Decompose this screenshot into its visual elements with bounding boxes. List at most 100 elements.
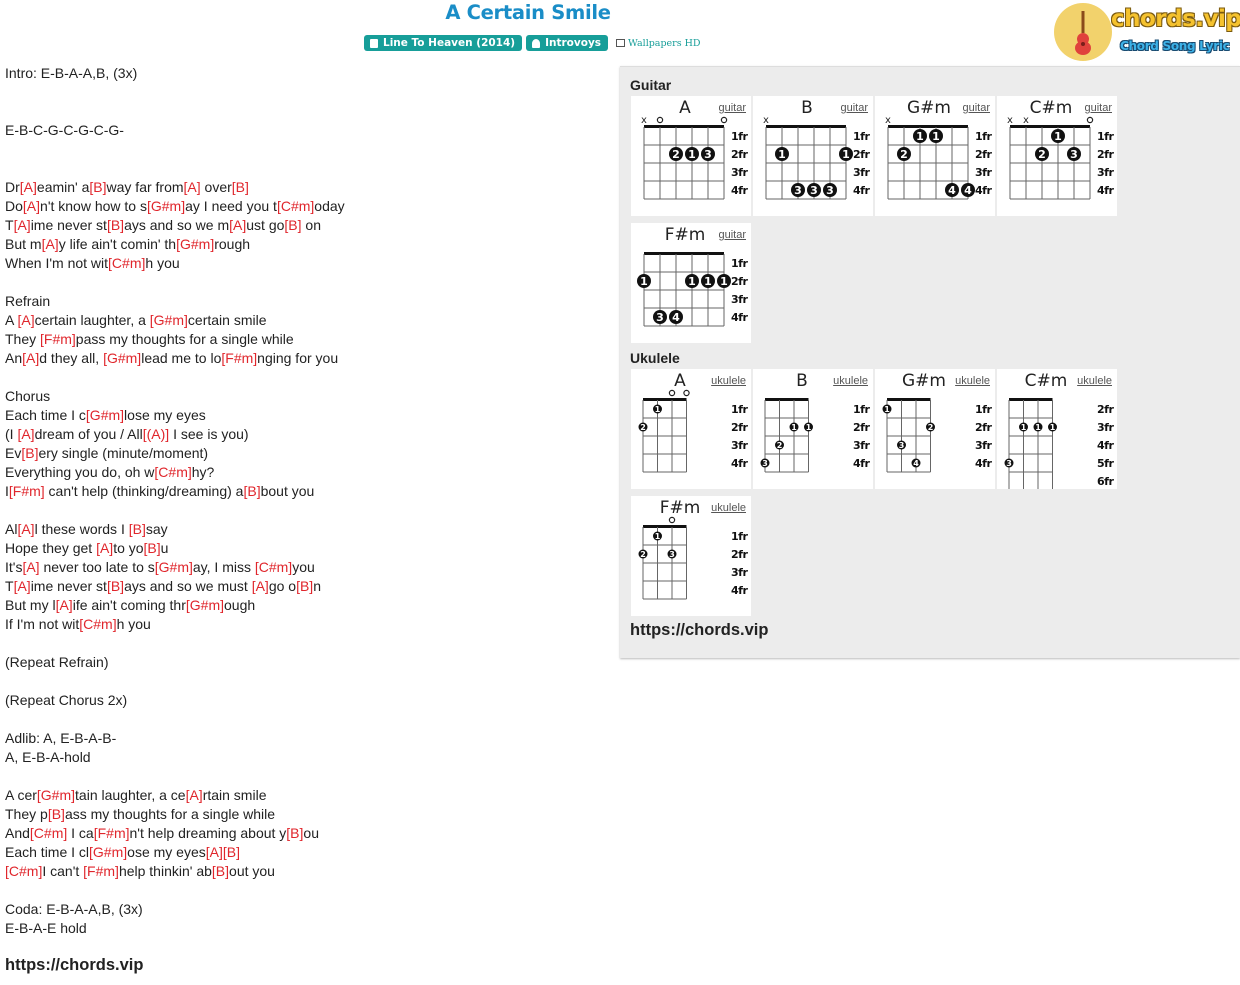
lyric-line: [C#m]I can't [F#m]help thinkin' ab[B]out… xyxy=(5,862,605,881)
chord-marker[interactable]: [B] xyxy=(21,445,38,461)
ukulele-chord-card-b[interactable]: 1fr 2fr 3fr 4fr 1 1 2 3 Bukulele xyxy=(753,369,873,489)
chord-marker[interactable]: [G#m] xyxy=(186,597,224,613)
chord-marker[interactable]: [A] xyxy=(14,217,31,233)
chord-instrument-link[interactable]: guitar xyxy=(1084,102,1112,114)
chord-marker[interactable]: [B] xyxy=(144,540,161,556)
chord-marker[interactable]: [B] xyxy=(286,825,303,841)
chord-marker[interactable]: [C#m] xyxy=(255,559,292,575)
lyric-line: Hope they get [A]to yo[B]u xyxy=(5,539,605,558)
chord-marker[interactable]: [B] xyxy=(296,578,313,594)
chord-marker[interactable]: [A] xyxy=(22,559,39,575)
chord-marker[interactable]: [A] xyxy=(96,540,113,556)
artist-badge[interactable]: Introvoys xyxy=(526,35,609,51)
ukulele-chord-card-a[interactable]: 1fr 2fr 3fr 4fr 1 2 Aukulele xyxy=(631,369,751,489)
chord-marker[interactable]: [F#m] xyxy=(94,825,130,841)
chord-marker[interactable]: [G#m] xyxy=(176,236,214,252)
finger-number: 1 xyxy=(791,423,797,432)
chord-instrument-link[interactable]: guitar xyxy=(718,229,746,241)
chord-marker[interactable]: [A] xyxy=(184,179,201,195)
chord-instrument-link[interactable]: ukulele xyxy=(955,375,990,387)
chord-marker[interactable]: [A] xyxy=(17,312,34,328)
chord-marker[interactable]: [C#m] xyxy=(108,255,145,271)
chord-instrument-link[interactable]: ukulele xyxy=(711,502,746,514)
chord-instrument-link[interactable]: ukulele xyxy=(1077,375,1112,387)
chord-instrument-link[interactable]: guitar xyxy=(718,102,746,114)
guitar-chord-card-gsharpm[interactable]: x 1fr 2fr 3fr 4fr 1 1 2 4 4 G#m guitar xyxy=(875,96,995,216)
guitar-chord-card-a[interactable]: x 1fr 2fr 3fr 4fr 2 1 3 Aguitar xyxy=(631,96,751,216)
chord-instrument-link[interactable]: guitar xyxy=(840,102,868,114)
chord-marker[interactable]: [A] xyxy=(20,179,37,195)
ukulele-chord-card-gsharpm[interactable]: 1fr 2fr 3fr 4fr 1 2 3 4 G#m ukulele xyxy=(875,369,995,489)
chord-marker[interactable]: [A] xyxy=(17,426,34,442)
guitar-chord-card-csharpm[interactable]: x x 1fr 2fr 3fr 4fr 1 2 3 C#m guitar xyxy=(997,96,1117,216)
chord-instrument-link[interactable]: ukulele xyxy=(711,375,746,387)
chord-marker[interactable]: [A] xyxy=(229,217,246,233)
chord-instrument-link[interactable]: ukulele xyxy=(833,375,868,387)
site-logo[interactable]: chords.vip Chord Song Lyric xyxy=(1054,3,1240,61)
chord-marker[interactable]: [B] xyxy=(48,806,65,822)
book-icon xyxy=(370,38,378,48)
lyric-text: Each time I c xyxy=(5,407,86,423)
finger-number: 2 xyxy=(672,148,680,161)
chord-marker[interactable]: [C#m] xyxy=(154,464,191,480)
chord-marker[interactable]: [A] xyxy=(252,578,269,594)
chord-marker[interactable]: [C#m] xyxy=(79,616,116,632)
guitar-chord-card-b[interactable]: x 1fr 2fr 3fr 4fr 1 1 3 3 3 Bguitar xyxy=(753,96,873,216)
lyric-text: help thinkin' ab xyxy=(118,863,212,879)
wallpapers-link[interactable]: Wallpapers HD xyxy=(616,38,701,49)
chord-marker[interactable]: [C#m] xyxy=(277,198,314,214)
fret-number-label: 4fr xyxy=(731,311,748,324)
chord-marker[interactable]: [G#m] xyxy=(147,198,185,214)
open-string-marker xyxy=(668,389,676,397)
ukulele-chord-card-fsharpm[interactable]: 1fr 2fr 3fr 4fr 1 2 3 F#m ukulele xyxy=(631,496,751,616)
finger-number: 3 xyxy=(794,184,802,197)
chord-marker[interactable]: [B] xyxy=(212,863,229,879)
album-badge[interactable]: Line To Heaven (2014) xyxy=(364,35,523,51)
chord-marker[interactable]: [A] xyxy=(206,844,223,860)
chord-marker[interactable]: [A] xyxy=(22,350,39,366)
chord-marker[interactable]: [B] xyxy=(107,217,124,233)
lyric-text: u xyxy=(160,540,169,556)
chord-marker[interactable]: [B] xyxy=(107,578,124,594)
chord-marker[interactable]: [A] xyxy=(186,787,203,803)
lyric-text: (Repeat Refrain) xyxy=(5,654,109,670)
chord-marker[interactable]: [F#m] xyxy=(221,350,257,366)
chord-marker[interactable]: [A] xyxy=(56,597,73,613)
panel-footer-link[interactable]: https://chords.vip xyxy=(630,621,768,640)
chord-marker[interactable]: [G#m] xyxy=(103,350,141,366)
fretboard-nut xyxy=(644,252,724,255)
chord-marker[interactable]: [C#m] xyxy=(30,825,67,841)
chord-marker[interactable]: [B] xyxy=(129,521,146,537)
chord-marker[interactable]: [G#m] xyxy=(86,407,124,423)
guitar-chord-card-fsharpm[interactable]: 1fr 2fr 3fr 4fr 1 1 1 1 3 4 F#m guitar xyxy=(631,223,751,343)
chord-marker[interactable]: [A] xyxy=(17,521,34,537)
chord-marker[interactable]: [B] xyxy=(223,844,240,860)
finger-number: 3 xyxy=(810,184,818,197)
chord-marker[interactable]: [F#m] xyxy=(83,863,119,879)
chord-marker[interactable]: [C#m] xyxy=(5,863,42,879)
chord-instrument-link[interactable]: guitar xyxy=(962,102,990,114)
chord-marker[interactable]: [A] xyxy=(14,578,31,594)
chord-marker[interactable]: [G#m] xyxy=(89,844,127,860)
song-title[interactable]: A Certain Smile xyxy=(0,1,1056,24)
chord-marker[interactable]: [G#m] xyxy=(155,559,193,575)
chord-marker[interactable]: [A] xyxy=(23,198,40,214)
chord-marker[interactable]: [G#m] xyxy=(150,312,188,328)
lyric-text: rough xyxy=(214,236,251,252)
chord-marker[interactable]: [A] xyxy=(42,236,59,252)
chord-marker[interactable]: [B] xyxy=(284,217,301,233)
chord-marker[interactable]: [F#m] xyxy=(40,331,76,347)
chord-marker[interactable]: [F#m] xyxy=(9,483,45,499)
fretboard-nut xyxy=(1009,398,1053,401)
lyrics-footer-link[interactable]: https://chords.vip xyxy=(5,956,143,975)
logo-tagline: Chord Song Lyric xyxy=(1120,39,1230,53)
finger-number: 3 xyxy=(899,441,905,450)
chord-marker[interactable]: [B] xyxy=(243,483,260,499)
ukulele-chord-card-csharpm[interactable]: 2fr 3fr 4fr 5fr 6fr 1 1 1 3 C#m ukulele xyxy=(997,369,1117,489)
chord-marker[interactable]: [B] xyxy=(232,179,249,195)
lyric-text: A, E-B-A-hold xyxy=(5,749,91,765)
chord-marker[interactable]: [G#m] xyxy=(37,787,75,803)
chord-marker[interactable]: [B] xyxy=(89,179,106,195)
chord-marker[interactable]: [(A)] xyxy=(143,426,169,442)
fret-number-label: 2fr xyxy=(853,421,870,434)
